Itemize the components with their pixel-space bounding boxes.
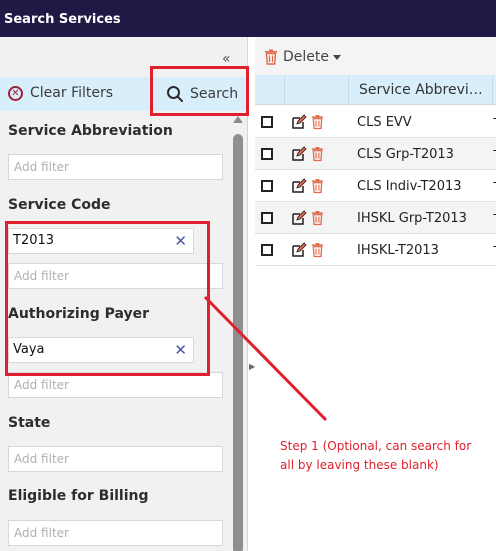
annotation-text: Step 1 (Optional, can search for all by … <box>280 439 472 472</box>
